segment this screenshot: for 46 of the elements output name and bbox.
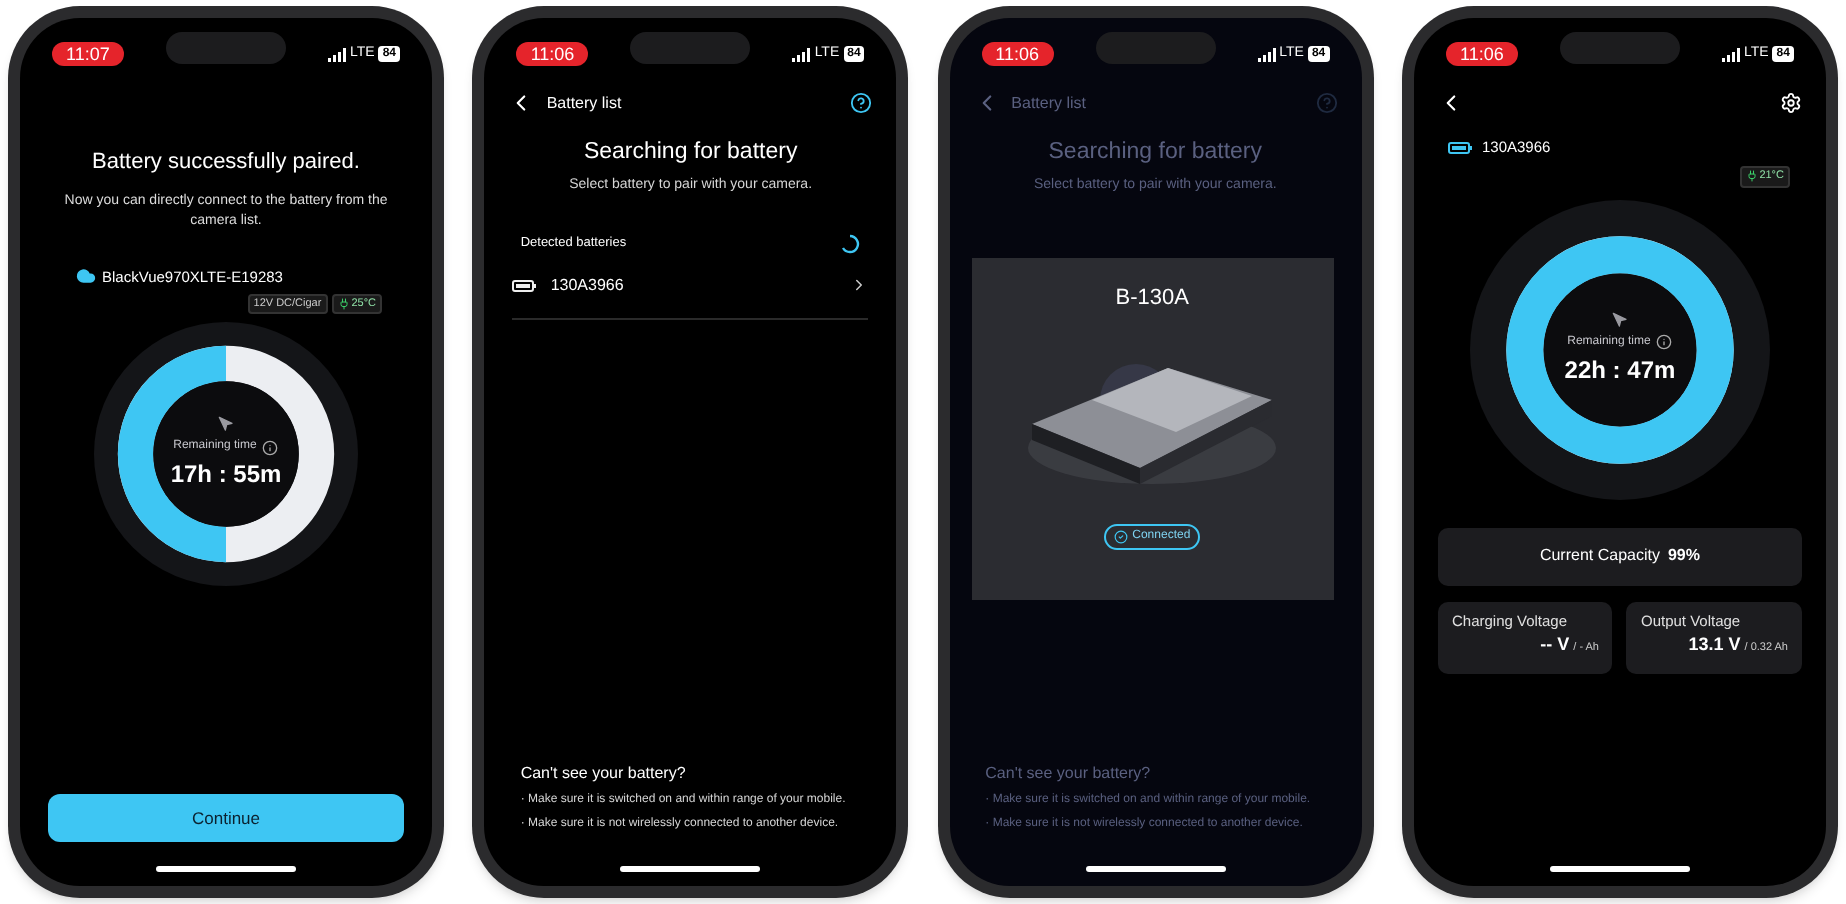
screen-title: Searching for battery [581, 138, 800, 168]
reading-value: -- V [1540, 631, 1570, 658]
time-badge: 11:06 [516, 42, 589, 66]
header-title: Battery list [546, 91, 622, 115]
spinner-icon [840, 233, 861, 254]
navigation-icon [217, 416, 234, 432]
home-indicator [156, 866, 296, 872]
info-icon [1656, 334, 1673, 350]
plug-icon [337, 297, 350, 310]
camera-notch [1095, 32, 1216, 64]
home-indicator [1085, 866, 1226, 872]
screen-title: Battery successfully paired. [90, 148, 362, 178]
battery-icon [512, 279, 537, 292]
plug-icon [1745, 170, 1758, 183]
cloud-icon [76, 266, 96, 287]
help-title: Can't see your battery? [985, 762, 1153, 786]
help-icon[interactable] [850, 92, 873, 114]
dialog-title: B-130A [1115, 284, 1189, 314]
battery-name: 130A3966 [550, 273, 624, 298]
screen-title: Searching for battery [1046, 138, 1265, 168]
capacity-value: 99% [1667, 544, 1700, 568]
time-badge: 11:07 [52, 42, 124, 66]
camera-notch [1559, 32, 1680, 64]
battery-row[interactable]: 130A3966 [512, 273, 869, 320]
signal-icon [327, 47, 346, 61]
info-icon [262, 439, 279, 455]
check-icon [1114, 529, 1129, 543]
navigation-icon [1611, 311, 1628, 327]
signal-icon [792, 47, 811, 61]
time-badge: 11:06 [981, 42, 1054, 66]
camera-notch [166, 32, 286, 64]
time-badge: 11:06 [1445, 42, 1518, 66]
settings-icon[interactable] [1779, 92, 1802, 114]
camera-notch [630, 32, 751, 64]
gauge-value: 22h : 47m [1564, 353, 1676, 387]
header-title: Battery list [1011, 91, 1086, 115]
capacity-label: Current Capacity [1539, 544, 1660, 568]
battery-icon [1447, 141, 1472, 154]
reading-value: 13.1 V [1688, 631, 1741, 658]
help-title: Can't see your battery? [520, 762, 688, 786]
signal-icon [1721, 47, 1740, 61]
signal-icon [1257, 47, 1276, 61]
home-indicator [620, 866, 761, 872]
home-indicator [1549, 866, 1690, 872]
gauge-value: 17h : 55m [170, 458, 282, 492]
continue-button[interactable]: Continue [48, 794, 404, 842]
